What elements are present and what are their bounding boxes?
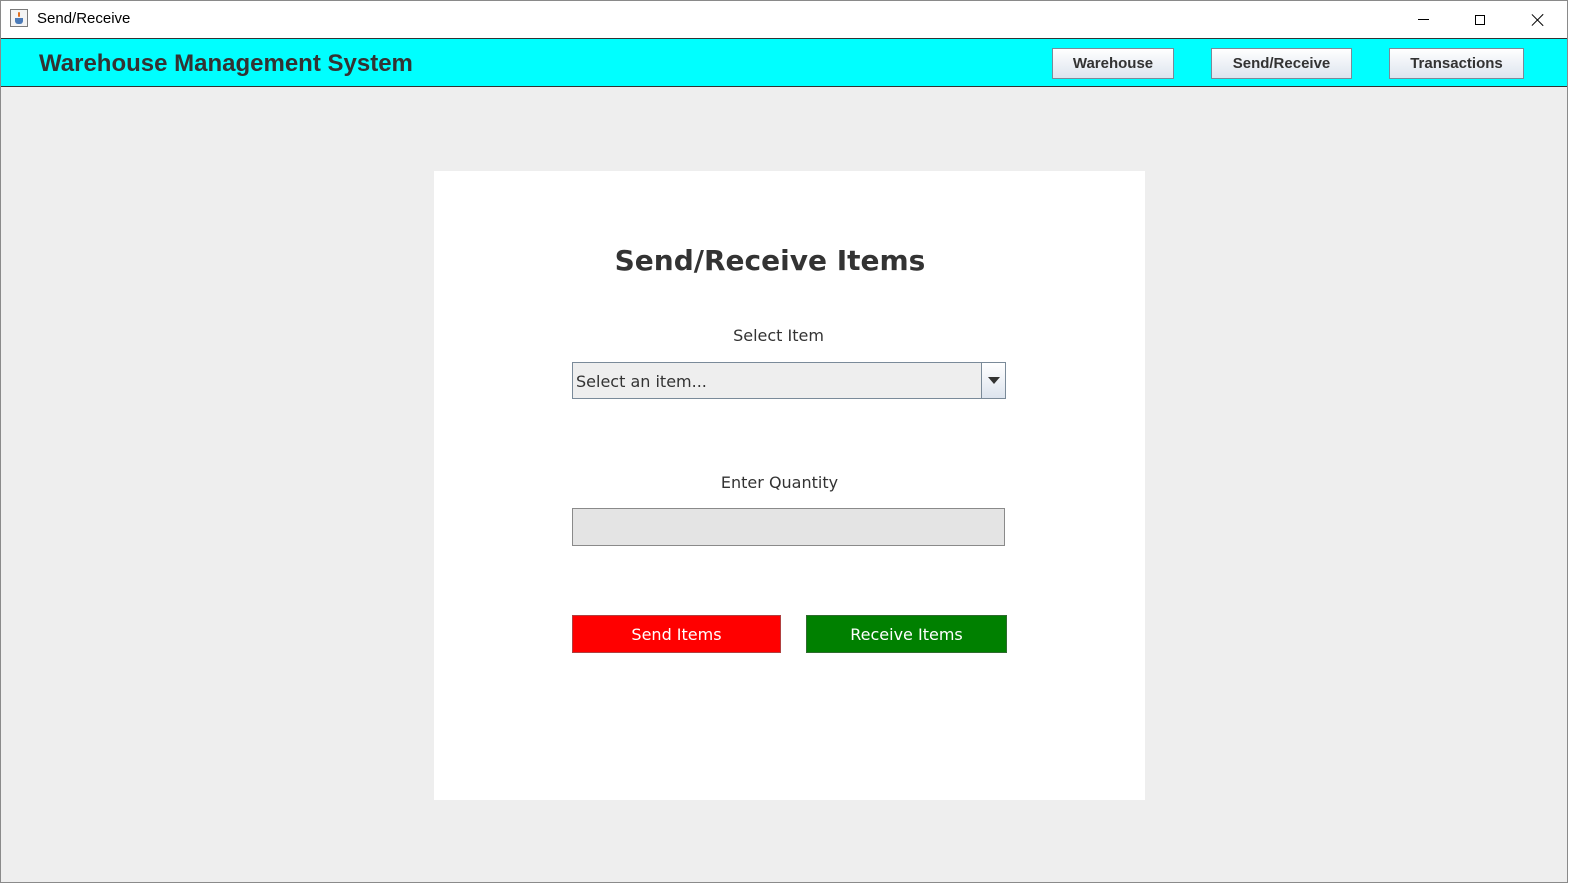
app-title: Warehouse Management System: [39, 50, 413, 77]
app-window: Send/Receive Warehouse Management System…: [0, 0, 1568, 883]
window-title: Send/Receive: [37, 10, 131, 27]
item-select-dropdown[interactable]: Select an item...: [572, 362, 1006, 399]
title-bar: Send/Receive: [1, 1, 1567, 38]
nav-transactions-button[interactable]: Transactions: [1389, 48, 1524, 79]
maximize-icon: [1475, 14, 1485, 25]
send-items-button[interactable]: Send Items: [572, 615, 781, 653]
close-button[interactable]: [1509, 1, 1567, 38]
header-bar: Warehouse Management System Warehouse Se…: [1, 38, 1567, 87]
minimize-icon: [1417, 19, 1429, 20]
nav-send-receive-button[interactable]: Send/Receive: [1211, 48, 1352, 79]
receive-items-button[interactable]: Receive Items: [806, 615, 1007, 653]
dropdown-arrow-button[interactable]: [981, 363, 1005, 398]
enter-quantity-label: Enter Quantity: [720, 473, 839, 492]
page-title: Send/Receive Items: [614, 244, 926, 277]
quantity-input[interactable]: [572, 508, 1005, 546]
chevron-down-icon: [987, 377, 1000, 384]
select-item-label: Select Item: [733, 326, 824, 345]
item-select-value: Select an item...: [576, 372, 707, 391]
maximize-button[interactable]: [1451, 1, 1509, 38]
send-receive-panel: Send/Receive Items Select Item Select an…: [434, 171, 1145, 800]
close-icon: [1531, 13, 1545, 27]
java-app-icon: [10, 9, 28, 27]
nav-warehouse-button[interactable]: Warehouse: [1052, 48, 1174, 79]
minimize-button[interactable]: [1394, 1, 1452, 38]
